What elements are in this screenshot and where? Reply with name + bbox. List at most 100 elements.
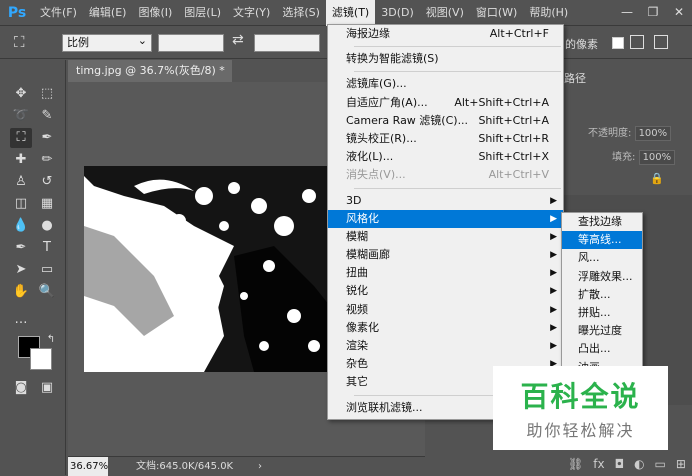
menu-item[interactable]: 图像(I) (132, 0, 178, 26)
crop-settings-icon[interactable] (654, 35, 668, 49)
menu-separator (354, 46, 561, 48)
document-info: 文档:645.0K/645.0K (136, 461, 234, 472)
document-tab[interactable]: timg.jpg @ 36.7%(灰色/8) * × (68, 60, 232, 99)
overlay-options-icon[interactable] (630, 35, 644, 49)
menu-item[interactable]: 选择(S) (276, 0, 326, 26)
eraser-icon[interactable]: ◫ (10, 194, 32, 214)
filter-menu-item-label: 镜头校正(R)... (346, 131, 417, 145)
filter-menu-item[interactable]: 模糊 ▶ (328, 228, 563, 246)
filter-menu-item-label: 模糊 (346, 229, 368, 243)
rectangle-tool-icon[interactable]: ▭ (36, 260, 58, 280)
marquee-tool-icon[interactable]: ⬚ (36, 84, 58, 104)
submenu-arrow-icon: ▶ (550, 322, 557, 333)
type-tool-icon[interactable]: T (36, 238, 58, 258)
opacity-label: 不透明度: (588, 128, 632, 139)
minimize-button[interactable]: — (614, 0, 640, 24)
blur-tool-icon[interactable]: 💧 (10, 216, 32, 236)
document-image[interactable] (84, 166, 330, 372)
filter-menu-item[interactable]: 风格化 ▶ (328, 209, 563, 228)
adjustment-layer-icon[interactable]: ◐ (634, 457, 644, 471)
path-selection-icon[interactable]: ➤ (10, 260, 32, 280)
filter-menu-item[interactable]: 像素化 ▶ (328, 319, 563, 337)
healing-brush-icon[interactable]: ✚ (10, 150, 32, 170)
add-mask-icon[interactable]: ◘ (615, 457, 625, 471)
height-input[interactable] (254, 34, 320, 52)
filter-menu-item[interactable]: Camera Raw 滤镜(C)... Shift+Ctrl+A (328, 112, 563, 130)
quick-selection-icon[interactable]: ✎ (36, 106, 58, 126)
stylize-menu-item[interactable]: 曝光过度 (562, 322, 642, 340)
swap-icon[interactable]: ⇄ (232, 32, 244, 48)
zoom-level[interactable]: 36.67% (68, 457, 108, 476)
crop-tool-icon[interactable]: ⛶ (14, 33, 25, 51)
background-color-swatch[interactable] (30, 348, 52, 370)
filter-menu-item-label: 自适应广角(A)... (346, 95, 428, 109)
filter-menu-item[interactable]: 自适应广角(A)... Alt+Shift+Ctrl+A (328, 94, 563, 112)
fx-icon[interactable]: fx (593, 457, 604, 471)
filter-menu-item[interactable]: 镜头校正(R)... Shift+Ctrl+R (328, 130, 563, 148)
menu-item[interactable]: 图层(L) (178, 0, 227, 26)
opacity-field[interactable]: 100% (634, 126, 672, 141)
filter-menu-item[interactable]: 视频 ▶ (328, 301, 563, 319)
dodge-tool-icon[interactable]: ● (36, 216, 58, 236)
close-button[interactable]: ✕ (666, 0, 692, 24)
stylize-menu-item[interactable]: 凸出... (562, 340, 642, 358)
filter-menu-item[interactable]: 模糊画廊 ▶ (328, 246, 563, 264)
stylize-menu-item[interactable]: 查找边缘 (562, 213, 642, 231)
move-tool-icon[interactable]: ✥ (10, 84, 32, 104)
menu-item[interactable]: 帮助(H) (523, 0, 574, 26)
new-group-icon[interactable]: ▭ (655, 457, 666, 471)
stylize-menu-item[interactable]: 风... (562, 249, 642, 267)
brush-tool-icon[interactable]: ✏ (36, 150, 58, 170)
width-input[interactable] (158, 34, 224, 52)
menu-item[interactable]: 编辑(E) (83, 0, 133, 26)
filter-menu-item[interactable]: 扭曲 ▶ (328, 264, 563, 282)
filter-menu-item[interactable]: 海报边缘 Alt+Ctrl+F (328, 25, 563, 43)
more-tools-icon[interactable]: … (10, 310, 32, 330)
clone-stamp-icon[interactable]: ♙ (10, 172, 32, 192)
filter-menu-item[interactable]: 锐化 ▶ (328, 282, 563, 300)
filter-menu-item-label: 液化(L)... (346, 150, 394, 164)
stylize-menu-item[interactable]: 浮雕效果... (562, 268, 642, 286)
fill-field[interactable]: 100% (638, 150, 676, 165)
stylize-menu-item[interactable]: 拼贴... (562, 304, 642, 322)
zoom-tool-icon[interactable]: 🔍 (36, 282, 58, 302)
menu-item[interactable]: 文件(F) (34, 0, 83, 26)
submenu-arrow-icon: ▶ (550, 250, 557, 261)
swap-colors-icon[interactable]: ↰ (40, 330, 62, 350)
crop-tool-icon[interactable]: ⛶ (10, 128, 32, 148)
menu-item[interactable]: 窗口(W) (470, 0, 523, 26)
pen-tool-icon[interactable]: ✒ (10, 238, 32, 258)
menu-item[interactable]: 文字(Y) (227, 0, 276, 26)
filter-menu-item-label: 海报边缘 (346, 27, 390, 40)
filter-menu-item[interactable]: 3D ▶ (328, 192, 563, 210)
filter-menu-item[interactable]: 渲染 ▶ (328, 337, 563, 355)
stylize-submenu: 查找边缘 等高线... 风... 浮雕效果... 扩散... 拼贴... 曝光过度 凸出...… (561, 212, 643, 377)
lasso-tool-icon[interactable]: ➰ (10, 106, 32, 126)
status-menu-arrow[interactable]: › (258, 457, 262, 476)
filter-menu: 海报边缘 Alt+Ctrl+F 转换为智能滤镜(S) 滤镜库(G)... 自适应广角(A… (327, 24, 564, 420)
menu-item[interactable]: 滤镜(T) (325, 0, 376, 26)
stylize-menu-item[interactable]: 等高线... (562, 231, 642, 250)
eyedropper-icon[interactable]: ✒ (36, 128, 58, 148)
menu-item[interactable]: 视图(V) (420, 0, 470, 26)
new-layer-icon[interactable]: ⊞ (676, 457, 686, 471)
restore-button[interactable]: ❐ (640, 0, 666, 24)
screen-mode-icon[interactable]: ▣ (36, 378, 58, 398)
lock-icon: 🔒 (650, 172, 664, 185)
filter-menu-item-label: 浏览联机滤镜... (346, 400, 423, 414)
filter-menu-item[interactable]: 滤镜库(G)... (328, 75, 563, 93)
content-aware-checkbox[interactable] (612, 37, 624, 49)
quick-mask-icon[interactable]: ◙ (10, 378, 32, 398)
ratio-select[interactable]: 比例 (62, 33, 152, 52)
gradient-icon[interactable]: ▦ (36, 194, 58, 214)
stylize-menu-item[interactable]: 扩散... (562, 286, 642, 304)
filter-menu-item[interactable]: 转换为智能滤镜(S) (328, 50, 563, 68)
link-layers-icon[interactable]: ⛓ (568, 457, 583, 471)
history-brush-icon[interactable]: ↺ (36, 172, 58, 192)
menu-item[interactable]: 3D(D) (375, 0, 420, 26)
paths-tab[interactable]: 路径 (564, 70, 586, 86)
hand-tool-icon[interactable]: ✋ (10, 282, 32, 302)
filter-menu-item[interactable]: 液化(L)... Shift+Ctrl+X (328, 148, 563, 166)
shortcut-label: Shift+Ctrl+R (478, 131, 549, 145)
filter-menu-item-label: 转换为智能滤镜(S) (346, 52, 439, 66)
